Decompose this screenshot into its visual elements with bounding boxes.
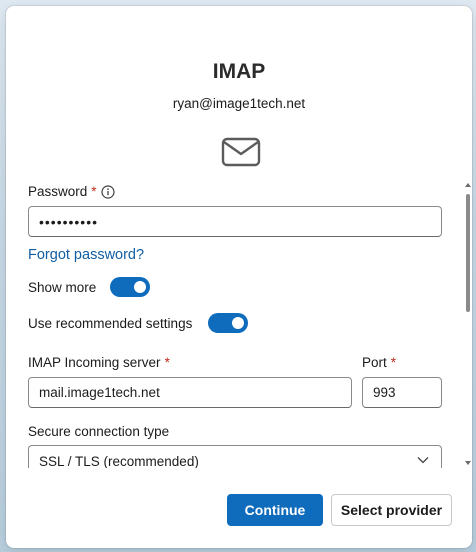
toggle-knob — [232, 317, 244, 329]
secure-connection-select[interactable]: SSL / TLS (recommended) — [28, 445, 442, 468]
mail-icon — [221, 137, 261, 167]
secure-connection-value: SSL / TLS (recommended) — [39, 453, 199, 469]
use-recommended-label: Use recommended settings — [28, 316, 193, 331]
chevron-down-icon — [417, 457, 429, 464]
port-label: Port * — [362, 355, 397, 370]
required-mark: * — [390, 355, 397, 370]
forgot-password-link[interactable]: Forgot password? — [28, 247, 144, 263]
scroll-thumb[interactable] — [466, 194, 470, 312]
select-provider-button[interactable]: Select provider — [331, 494, 452, 526]
password-label: Password * — [28, 184, 97, 199]
account-email: ryan@image1tech.net — [172, 96, 306, 111]
toggle-knob — [134, 281, 146, 293]
info-icon[interactable] — [101, 185, 115, 199]
show-more-toggle[interactable] — [110, 277, 150, 297]
incoming-server-input[interactable]: mail.image1tech.net — [28, 377, 352, 408]
incoming-server-label: IMAP Incoming server * — [28, 355, 170, 370]
password-input[interactable]: •••••••••• — [28, 206, 442, 237]
required-mark: * — [91, 184, 97, 199]
show-more-label: Show more — [28, 280, 97, 295]
continue-button[interactable]: Continue — [227, 494, 323, 526]
port-input[interactable]: 993 — [362, 377, 442, 408]
imap-dialog: IMAP ryan@image1tech.net Password * •••••… — [6, 6, 472, 548]
dialog-title: IMAP — [212, 60, 266, 83]
form-scroll-area[interactable]: Password * •••••••••• Forgot password? Sh… — [6, 174, 472, 468]
required-mark: * — [164, 355, 170, 370]
form-scrollbar[interactable] — [464, 182, 472, 466]
scroll-down-arrow-icon[interactable] — [465, 460, 471, 466]
use-recommended-toggle[interactable] — [208, 313, 248, 333]
scroll-up-arrow-icon[interactable] — [465, 182, 471, 188]
secure-connection-label: Secure connection type — [28, 424, 170, 439]
